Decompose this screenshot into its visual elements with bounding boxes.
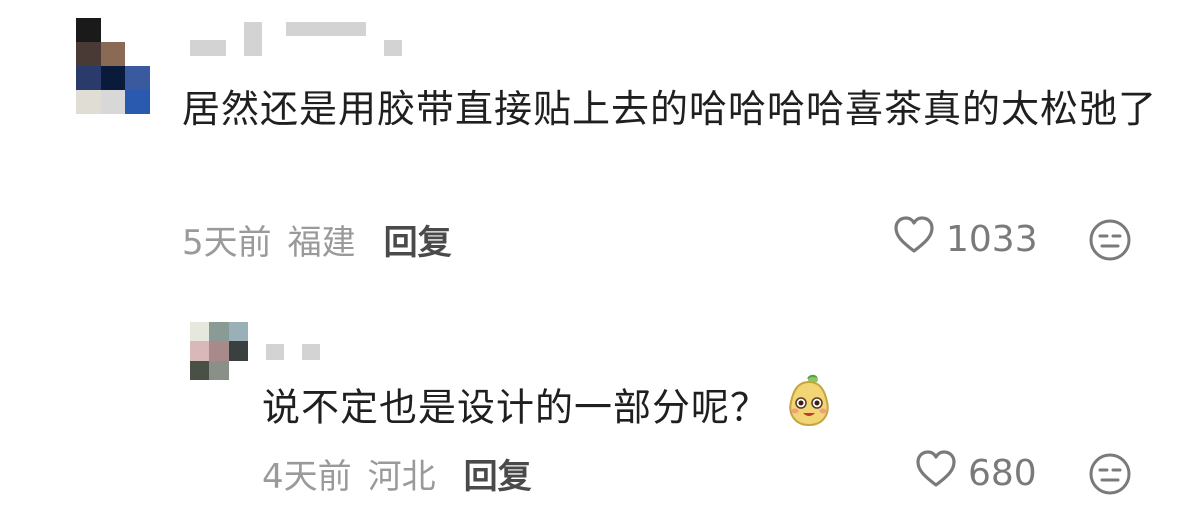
commenter-avatar-2[interactable] [190, 322, 248, 380]
commenter-avatar-1[interactable] [76, 18, 150, 114]
heart-outline-icon [914, 449, 958, 498]
like-count-2: 680 [968, 452, 1037, 494]
comment-meta-2: 4天前 河北 回复 [262, 449, 532, 498]
like-button-2[interactable]: 680 [914, 449, 1037, 498]
meh-face-icon [1088, 219, 1132, 266]
comment-time-1: 5天前 [182, 222, 272, 263]
username-redacted-2[interactable] [266, 342, 320, 360]
reply-button-2[interactable]: 回复 [464, 449, 532, 498]
like-button-1[interactable]: 1033 [892, 215, 1038, 264]
smiling-pear-sticker [783, 374, 835, 446]
meh-face-icon [1088, 453, 1132, 500]
comment-meta-1: 5天前 福建 回复 [182, 215, 452, 264]
comment-time-2: 4天前 [262, 456, 352, 497]
reply-button-1[interactable]: 回复 [384, 215, 452, 264]
comment-text-2: 说不定也是设计的一部分呢？ [262, 374, 1162, 446]
comment-text-2-content: 说不定也是设计的一部分呢？ [262, 385, 770, 430]
dislike-button-2[interactable] [1088, 452, 1132, 500]
comment-location-2: 河北 [367, 456, 436, 497]
comment-text-1: 居然还是用胶带直接贴上去的哈哈哈哈喜茶真的太松弛了 [182, 87, 1158, 131]
dislike-button-1[interactable] [1088, 218, 1132, 266]
like-count-1: 1033 [946, 218, 1038, 260]
heart-outline-icon [892, 215, 936, 264]
comment-location-1: 福建 [287, 222, 356, 263]
username-redacted-1[interactable] [190, 20, 402, 56]
